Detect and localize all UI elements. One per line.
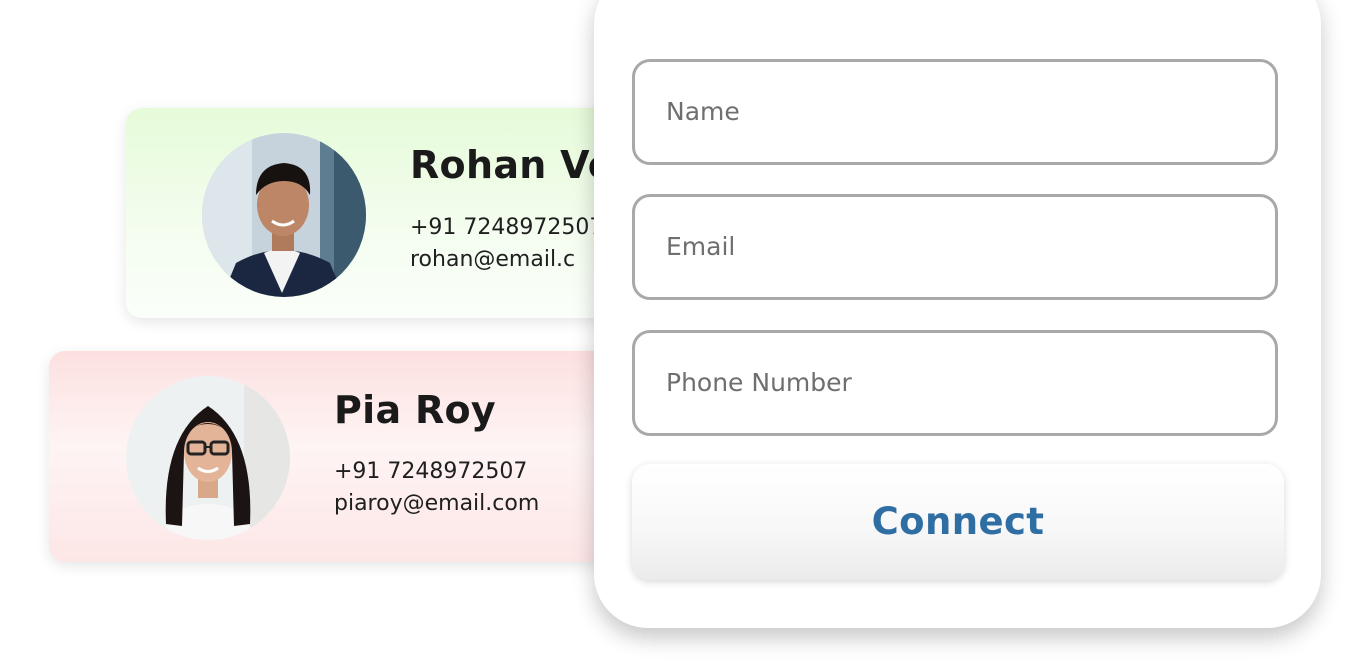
avatar (202, 133, 366, 297)
avatar (126, 376, 290, 540)
email-field[interactable]: Email (632, 194, 1278, 300)
phone-number-field[interactable]: Phone Number (632, 330, 1278, 436)
contact-name: Rohan Ve (410, 143, 614, 187)
phone-number-placeholder: Phone Number (666, 368, 852, 397)
name-field[interactable]: Name (632, 59, 1278, 165)
name-placeholder: Name (666, 97, 740, 126)
avatar-photo (202, 133, 366, 297)
contact-email: rohan@email.c (410, 247, 576, 272)
email-placeholder: Email (666, 232, 736, 261)
contact-phone: +91 7248972507 (334, 459, 528, 484)
contact-phone: +91 7248972507 (410, 215, 604, 240)
avatar-photo (126, 376, 290, 540)
contact-card-rohan: Rohan Ve +91 7248972507 rohan@email.c (126, 108, 646, 318)
connect-button[interactable]: Connect (632, 464, 1284, 580)
contact-card-pia: Pia Roy +91 7248972507 piaroy@email.com (49, 351, 629, 562)
contact-email: piaroy@email.com (334, 491, 540, 516)
contact-name: Pia Roy (334, 388, 496, 432)
connect-form: Name Email Phone Number Connect (594, 0, 1321, 628)
connect-button-label: Connect (871, 500, 1045, 543)
